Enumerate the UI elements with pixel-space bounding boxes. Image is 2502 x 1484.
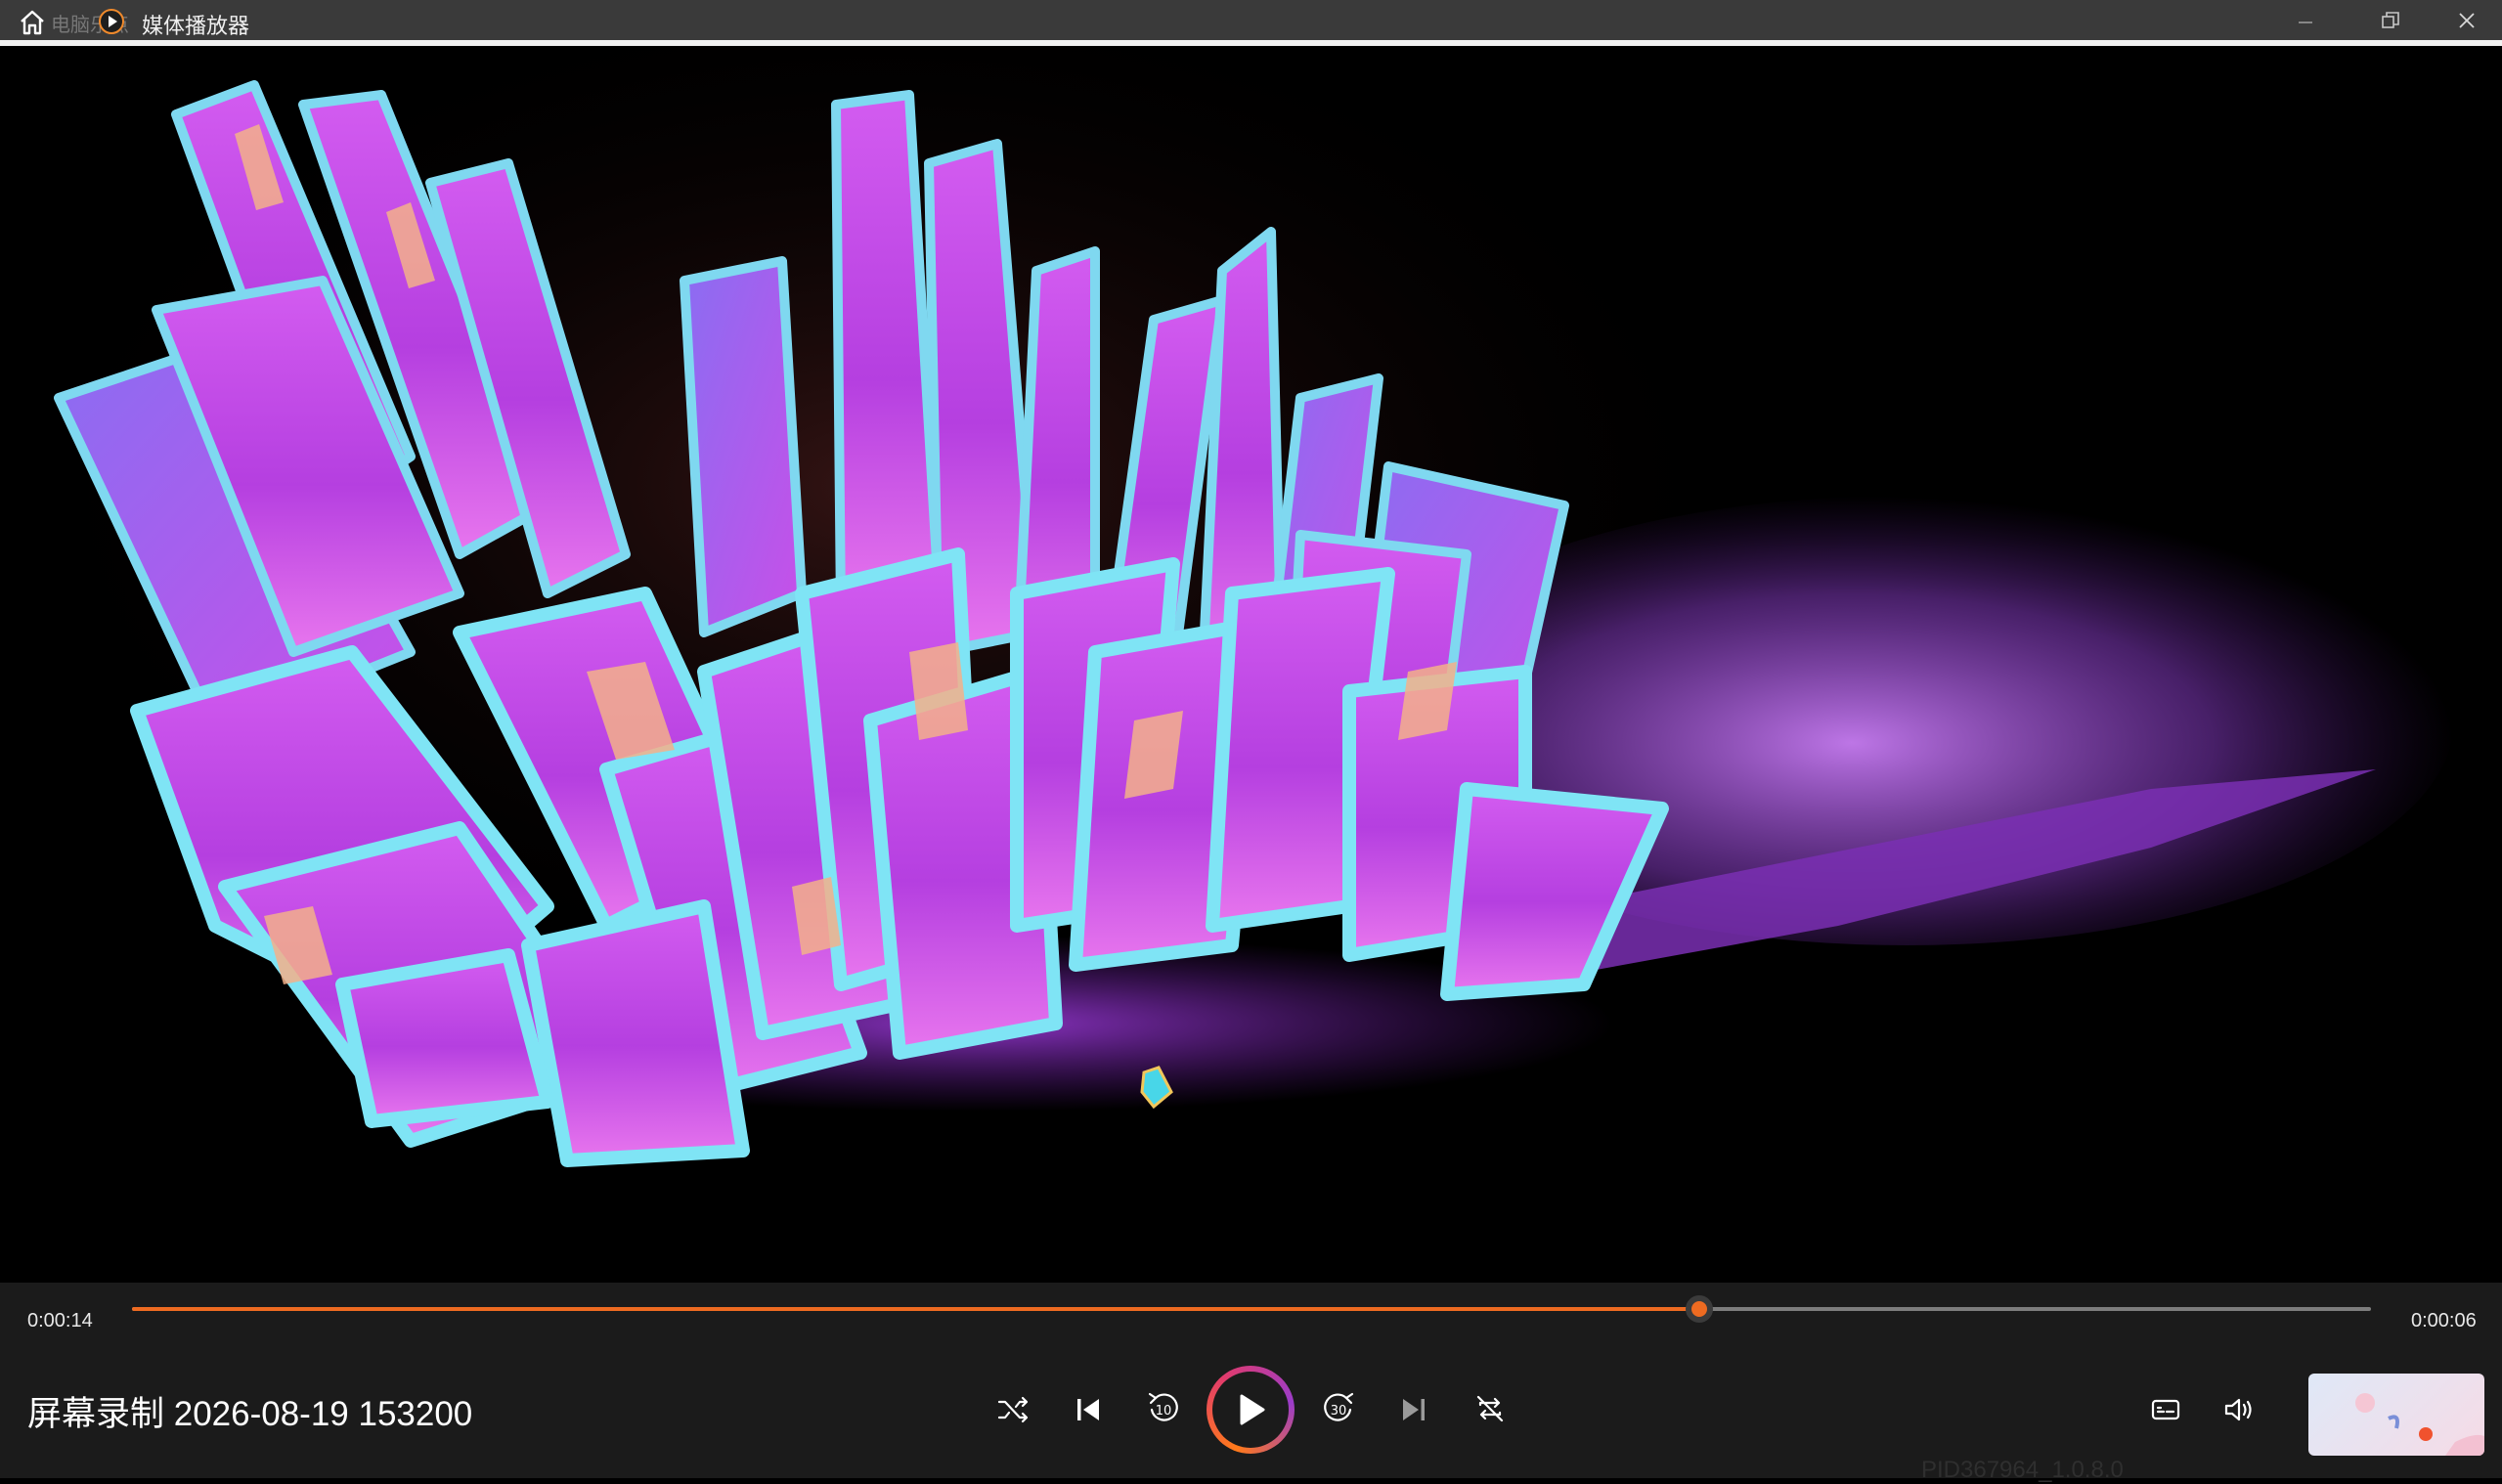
- svg-text:30: 30: [1331, 1404, 1347, 1419]
- seek-bar-progress: [132, 1307, 1699, 1311]
- elapsed-time: 0:00:14: [27, 1310, 93, 1331]
- forward-30-button[interactable]: 30: [1317, 1386, 1360, 1429]
- forward-30-icon: 30: [1324, 1392, 1354, 1421]
- play-button[interactable]: [1207, 1366, 1295, 1454]
- window-title: 媒体播放器: [142, 14, 250, 38]
- rewind-10-button[interactable]: 10: [1142, 1386, 1185, 1429]
- volume-icon: [2224, 1398, 2252, 1421]
- preview-thumbnail-art: [2355, 1393, 2484, 1456]
- seek-bar[interactable]: [132, 1295, 2371, 1323]
- play-button-inner: [1212, 1372, 1289, 1448]
- home-icon[interactable]: [18, 8, 47, 37]
- restore-button[interactable]: [2356, 0, 2425, 40]
- title-bar: 电脑乐点 媒体播放器: [0, 0, 2502, 46]
- play-icon: [1240, 1394, 1265, 1425]
- minimize-button[interactable]: [2271, 0, 2340, 40]
- svg-text:10: 10: [1156, 1404, 1172, 1419]
- remaining-time: 0:00:06: [2411, 1310, 2477, 1331]
- skip-previous-icon: [1077, 1399, 1099, 1420]
- build-watermark: PID367964_1.0.8.0: [1921, 1457, 2124, 1483]
- video-frame: [0, 46, 2502, 1283]
- rewind-10-icon: 10: [1148, 1392, 1178, 1421]
- shuffle-button[interactable]: [993, 1390, 1032, 1429]
- subtitles-button[interactable]: [2146, 1390, 2185, 1429]
- control-bar: 0:00:14 0:00:06 屏幕录制 2026-08-19 153200 1…: [0, 1283, 2502, 1483]
- restore-icon: [2382, 11, 2399, 28]
- close-button[interactable]: [2433, 0, 2501, 40]
- shuffle-icon: [997, 1396, 1029, 1423]
- skip-next-icon: [1403, 1399, 1425, 1420]
- minimize-icon: [2299, 21, 2312, 23]
- video-viewport[interactable]: [0, 46, 2502, 1283]
- volume-button[interactable]: [2218, 1390, 2260, 1429]
- media-title: 屏幕录制 2026-08-19 153200: [27, 1395, 473, 1433]
- repeat-icon: [1476, 1395, 1504, 1422]
- previous-button[interactable]: [1069, 1390, 1108, 1429]
- repeat-button[interactable]: [1470, 1388, 1511, 1429]
- next-button[interactable]: [1394, 1390, 1433, 1429]
- subtitles-icon: [2151, 1399, 2180, 1420]
- close-icon: [2459, 12, 2475, 28]
- preview-thumbnail[interactable]: [2308, 1374, 2484, 1456]
- media-player-icon: [98, 8, 125, 35]
- seek-bar-thumb[interactable]: [1686, 1295, 1713, 1323]
